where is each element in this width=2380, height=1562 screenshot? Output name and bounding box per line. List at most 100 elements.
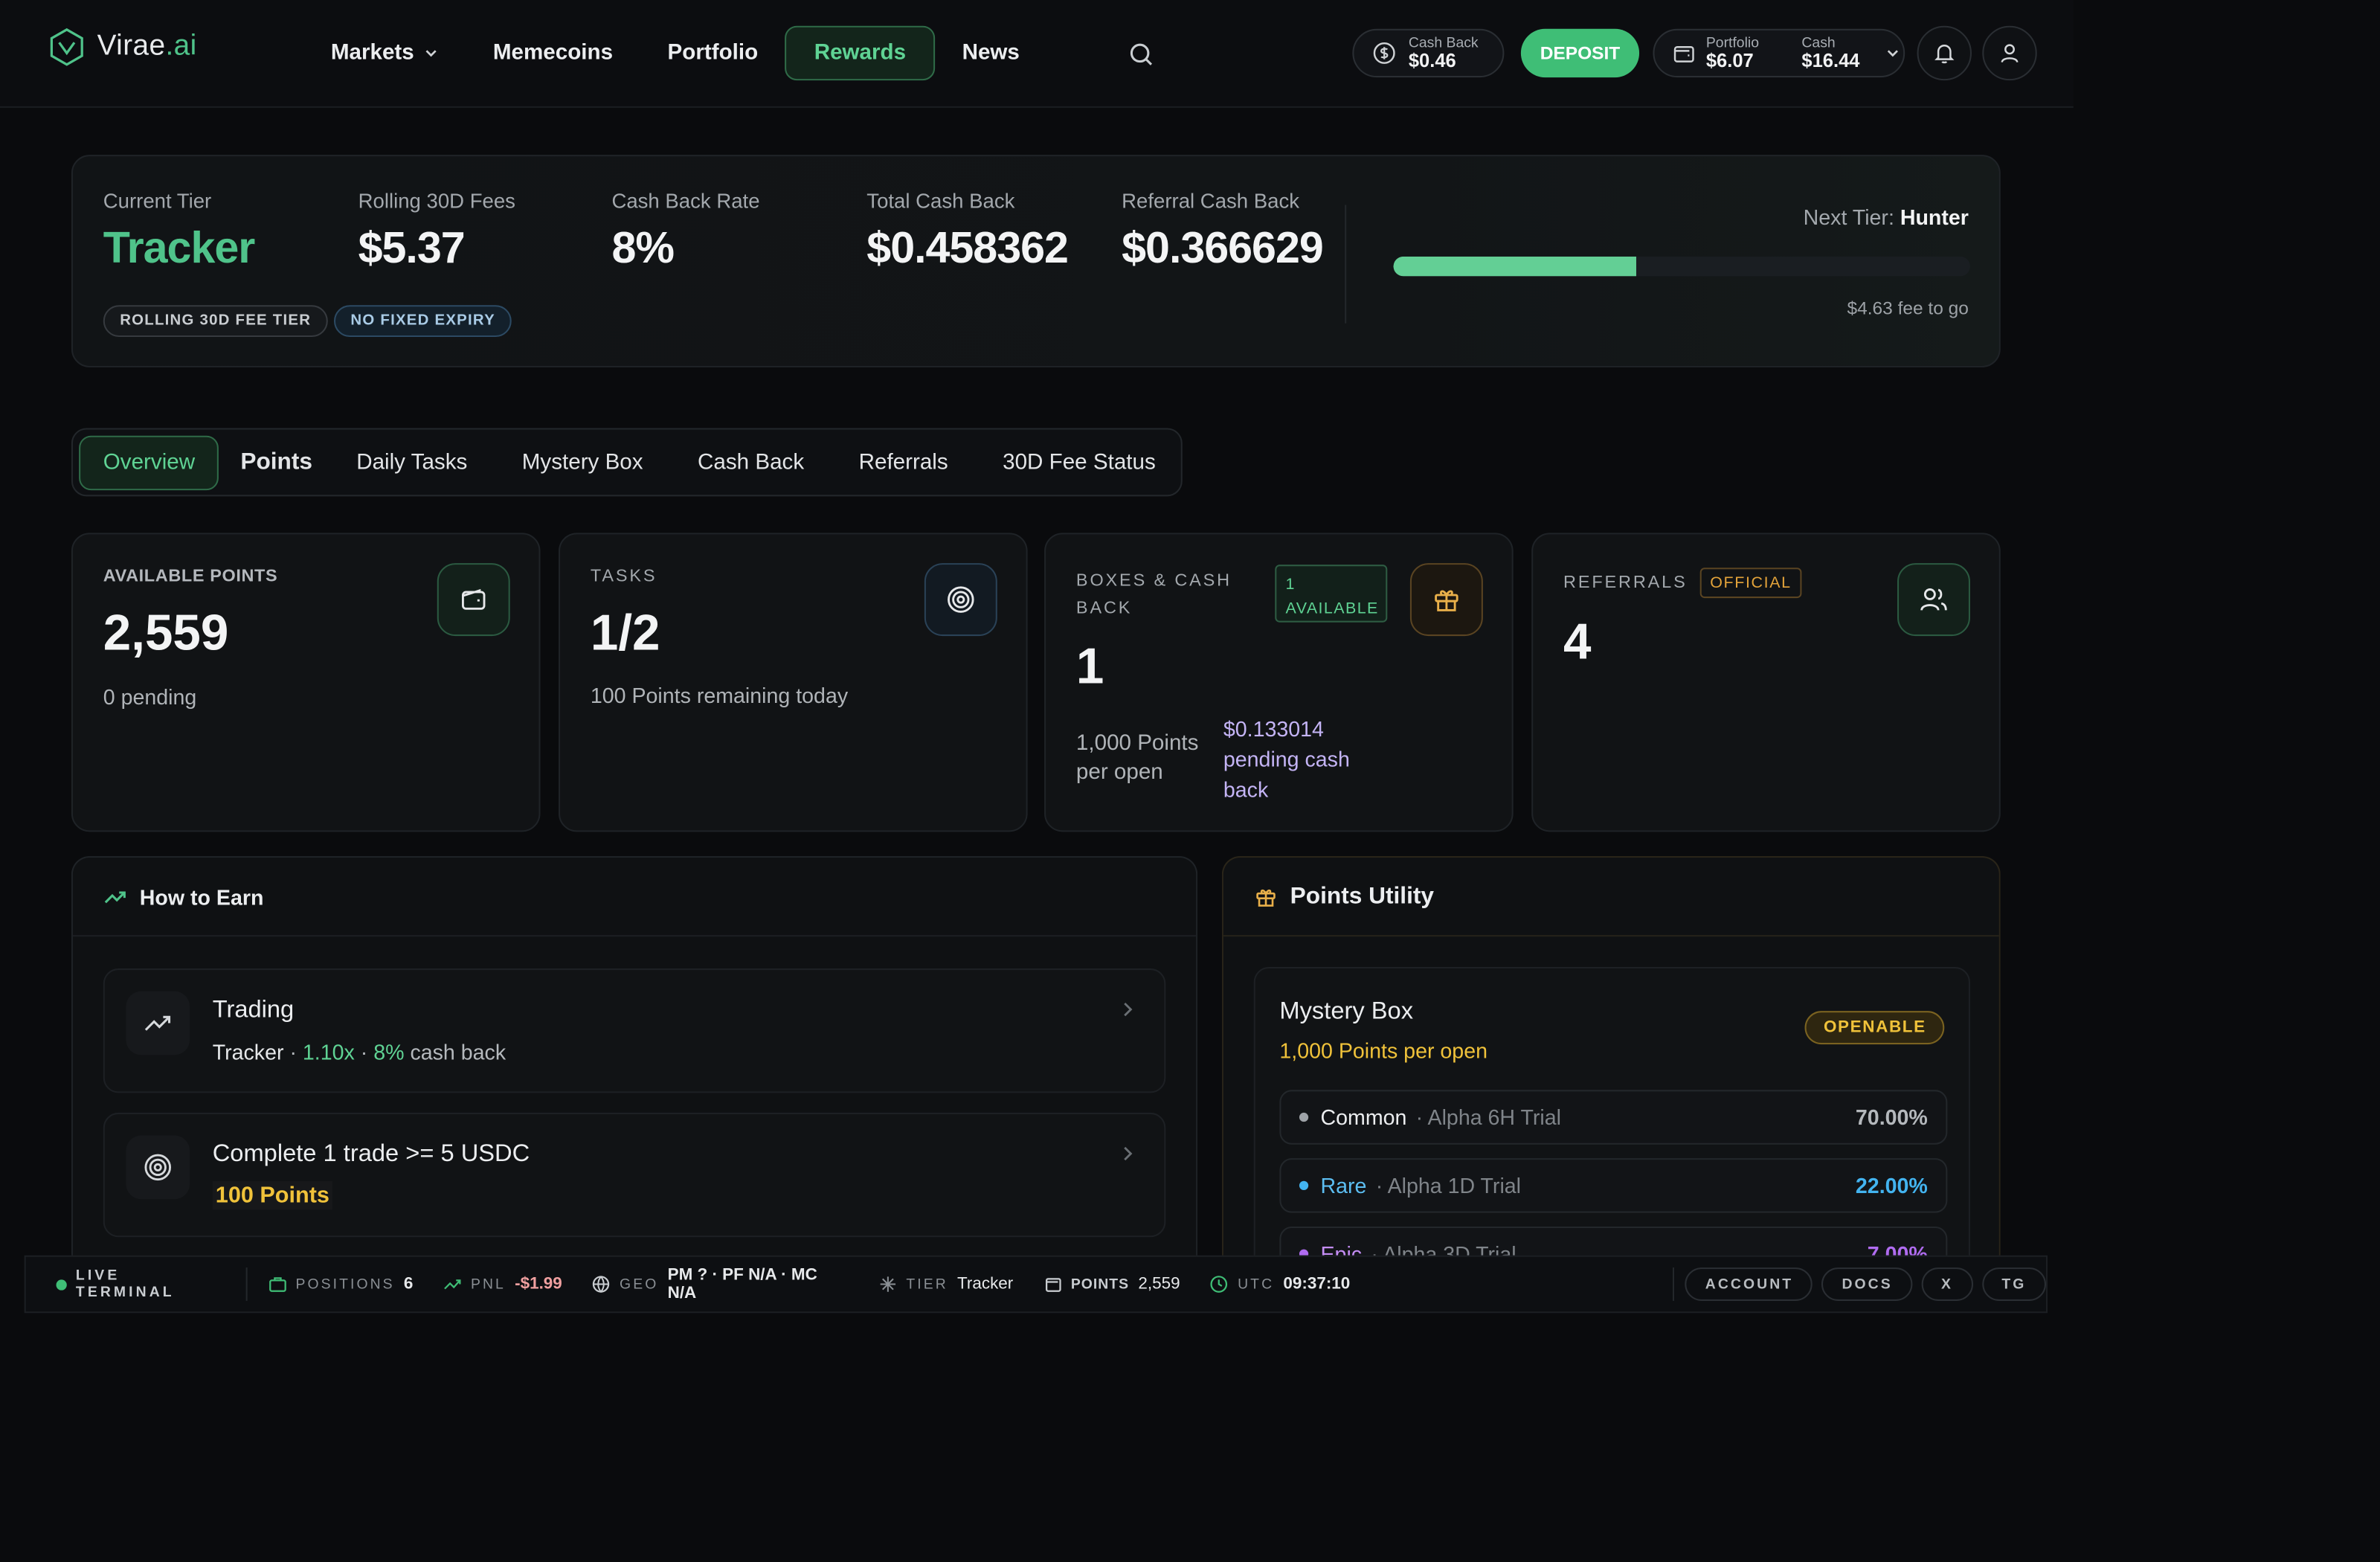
notifications-button[interactable] (1917, 25, 1972, 81)
nav-markets[interactable]: Markets (303, 26, 466, 80)
trending-up-icon (104, 890, 126, 903)
chevron-down-icon (425, 50, 437, 57)
referrals-value: 4 (1563, 613, 1592, 669)
earn-task-row[interactable]: Complete 1 trade >= 5 USDC 100 Points (103, 1112, 1166, 1238)
wallet-balance-pill[interactable]: Portfolio $6.07 Cash $16.44 (1653, 28, 1905, 78)
fee-to-go: $4.63 fee to go (1847, 297, 1969, 319)
available-points-card: AVAILABLE POINTS 2,559 0 pending (71, 533, 541, 832)
account-link[interactable]: ACCOUNT (1685, 1267, 1813, 1301)
cashback-rate-label: Cash Back Rate (611, 190, 760, 213)
referrals-card-icon-box (1897, 563, 1970, 637)
rarity-percent: 70.00% (1855, 1105, 1928, 1130)
how-to-earn-title: How to Earn (139, 884, 264, 909)
official-badge: OFFICIAL (1699, 568, 1803, 599)
tab-daily-tasks[interactable]: Daily Tasks (334, 435, 489, 489)
trading-icon-box (126, 991, 190, 1055)
current-tier-stat: Current Tier Tracker (103, 190, 255, 274)
boxes-cashback-card: BOXES & CASH BACK 1 AVAILABLE 1 1,000 Poin… (1044, 533, 1514, 832)
available-badge: 1 AVAILABLE (1275, 565, 1388, 623)
openable-badge[interactable]: OPENABLE (1805, 1011, 1945, 1045)
trending-up-icon (144, 1015, 171, 1031)
card-label: REFERRALS OFFICIAL (1563, 568, 1803, 599)
nav-portfolio[interactable]: Portfolio (640, 26, 785, 80)
wallet-icon (1673, 45, 1694, 62)
globe-icon (593, 1276, 610, 1293)
odds-row-rare: Rare · Alpha 1D Trial 22.00% (1279, 1158, 1948, 1213)
chevron-right-icon (1124, 1002, 1133, 1017)
gift-icon (1256, 888, 1276, 906)
task-icon-box (126, 1135, 190, 1200)
top-navbar: Virae.ai Markets Memecoins Portfolio Rew… (0, 0, 2074, 108)
boxes-card-icon-box (1409, 563, 1483, 637)
pending-points: 0 pending (103, 684, 197, 710)
rolling-tier-tag: ROLLING 30D FEE TIER (103, 305, 328, 338)
tier-summary-card: Current Tier Tracker Rolling 30D Fees $5… (71, 155, 2001, 367)
chevron-down-icon (1887, 50, 1898, 57)
bell-icon (1934, 44, 1955, 64)
dollar-circle-icon (1373, 42, 1395, 64)
rarity-reward: · Alpha 3D Trial (1371, 1241, 1517, 1257)
how-to-earn-panel: How to Earn Trading Tracker · 1.10x · 8%… (71, 856, 1198, 1257)
cashback-rate-value: 8% (611, 225, 675, 274)
trading-details: Tracker · 1.10x · 8% cash back (212, 1039, 506, 1064)
cashback-label: Cash Back (1408, 33, 1479, 51)
tab-30d-fee-status[interactable]: 30D Fee Status (975, 435, 1177, 489)
x-link[interactable]: X (1921, 1267, 1973, 1301)
cash-label: Cash (1801, 33, 1836, 51)
portfolio-value: $6.07 (1705, 49, 1754, 71)
tab-referrals[interactable]: Referrals (832, 435, 976, 489)
deposit-button[interactable]: DEPOSIT (1520, 28, 1640, 78)
brand-name: Virae.ai (97, 30, 197, 62)
referral-cashback-label: Referral Cash Back (1122, 190, 1300, 213)
account-button[interactable] (1982, 25, 2037, 81)
how-to-earn-header: How to Earn (72, 858, 1197, 937)
cashback-pill[interactable]: Cash Back $0.46 (1352, 28, 1505, 78)
current-tier-value: Tracker (103, 225, 255, 274)
earn-trading-row[interactable]: Trading Tracker · 1.10x · 8% cash back (103, 968, 1166, 1093)
points-utility-title: Points Utility (1290, 882, 1435, 909)
rarity-reward: · Alpha 1D Trial (1375, 1173, 1522, 1198)
pending-cashback: $0.133014 pending cash back (1223, 716, 1350, 802)
chevron-right-icon (1124, 1146, 1133, 1161)
current-tier-label: Current Tier (103, 190, 212, 213)
tab-overview[interactable]: Overview (79, 434, 219, 490)
docs-link[interactable]: DOCS (1821, 1267, 1913, 1301)
search-icon[interactable] (1126, 39, 1157, 70)
rarity-name: Common (1320, 1105, 1407, 1130)
referral-cashback-value: $0.366629 (1122, 225, 1324, 274)
rolling-fees-label: Rolling 30D Fees (358, 190, 515, 213)
nav-rewards[interactable]: Rewards (785, 25, 935, 81)
tab-points[interactable]: Points (219, 435, 334, 489)
brand-logo[interactable]: Virae.ai (48, 28, 196, 67)
task-points: 100 Points (212, 1180, 332, 1210)
total-cashback-stat: Total Cash Back $0.458362 (866, 190, 1069, 274)
card-label: AVAILABLE POINTS (103, 568, 278, 586)
gift-icon (1435, 590, 1458, 611)
tab-cash-back[interactable]: Cash Back (670, 435, 832, 489)
next-tier: Next Tier: Hunter (1803, 205, 1969, 230)
target-icon (948, 586, 974, 613)
trading-title: Trading (212, 997, 295, 1023)
telegram-link[interactable]: TG (1981, 1267, 2046, 1301)
card-label: TASKS (590, 568, 657, 586)
rewards-tabs: Overview Points Daily Tasks Mystery Box … (71, 428, 1183, 497)
cash-value: $16.44 (1801, 49, 1860, 71)
rarity-dot (1299, 1112, 1309, 1122)
divider (1345, 205, 1347, 324)
referrals-card: REFERRALS OFFICIAL 4 (1531, 533, 2001, 832)
nav-news[interactable]: News (935, 26, 1047, 80)
status-bar: LIVE TERMINAL POSITIONS 6 PNL -$1.99 GEO… (24, 1255, 2048, 1314)
points-per-open: 1,000 Points per open (1075, 731, 1199, 785)
tab-mystery-box[interactable]: Mystery Box (489, 435, 670, 489)
geo-status: GEO PM ? · PF N/A · MC N/A (593, 1266, 849, 1302)
cashback-rate-stat: Cash Back Rate 8% (611, 190, 759, 274)
positions-status[interactable]: POSITIONS 6 (268, 1275, 413, 1293)
rarity-name: Rare (1320, 1173, 1367, 1198)
tasks-value: 1/2 (590, 604, 660, 661)
trending-up-icon (444, 1279, 461, 1290)
rarity-percent: 7.00% (1867, 1241, 1928, 1257)
total-cashback-value: $0.458362 (866, 225, 1069, 274)
nav-memecoins[interactable]: Memecoins (466, 26, 640, 80)
sparkle-icon (880, 1276, 896, 1292)
cashback-value: $0.46 (1408, 49, 1456, 71)
